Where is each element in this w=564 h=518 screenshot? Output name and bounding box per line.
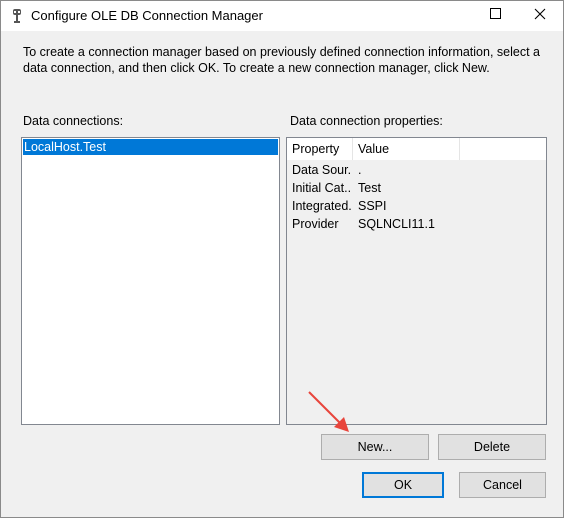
cancel-button[interactable]: Cancel <box>459 472 546 498</box>
table-row: Provider SQLNCLI11.1 <box>287 215 546 233</box>
property-value: Test <box>358 181 381 195</box>
close-icon <box>534 7 546 25</box>
window-title: Configure OLE DB Connection Manager <box>31 8 263 23</box>
column-header-value[interactable]: Value <box>353 138 460 160</box>
property-value: SQLNCLI11.1 <box>358 217 435 231</box>
column-header-property[interactable]: Property <box>287 138 353 160</box>
property-name: Data Sour... <box>292 163 352 177</box>
property-name: Provider <box>292 217 339 231</box>
data-connection-properties-label: Data connection properties: <box>290 114 443 128</box>
title-bar[interactable]: Configure OLE DB Connection Manager <box>1 1 563 31</box>
close-button[interactable] <box>517 1 563 31</box>
data-connections-list[interactable]: LocalHost.Test <box>21 137 280 425</box>
database-plug-icon <box>9 8 25 24</box>
dialog-body: To create a connection manager based on … <box>1 31 563 517</box>
list-item[interactable]: LocalHost.Test <box>23 139 278 155</box>
new-button[interactable]: New... <box>321 434 429 460</box>
maximize-icon <box>490 7 502 25</box>
table-row: Initial Cat... Test <box>287 179 546 197</box>
property-value: . <box>358 163 362 177</box>
data-connections-label: Data connections: <box>23 114 124 128</box>
property-name: Integrated... <box>292 199 352 213</box>
delete-button[interactable]: Delete <box>438 434 546 460</box>
property-value: SSPI <box>358 199 387 213</box>
properties-header: Property Value <box>287 138 546 160</box>
properties-grid: Property Value Data Sour... . Initial Ca… <box>286 137 547 425</box>
maximize-button[interactable] <box>473 1 519 31</box>
ok-button[interactable]: OK <box>362 472 444 498</box>
instructions-text: To create a connection manager based on … <box>23 45 540 75</box>
property-name: Initial Cat... <box>292 181 352 195</box>
table-row: Integrated... SSPI <box>287 197 546 215</box>
table-row: Data Sour... . <box>287 161 546 179</box>
configure-ole-db-dialog: Configure OLE DB Connection Manager To c… <box>0 0 564 518</box>
